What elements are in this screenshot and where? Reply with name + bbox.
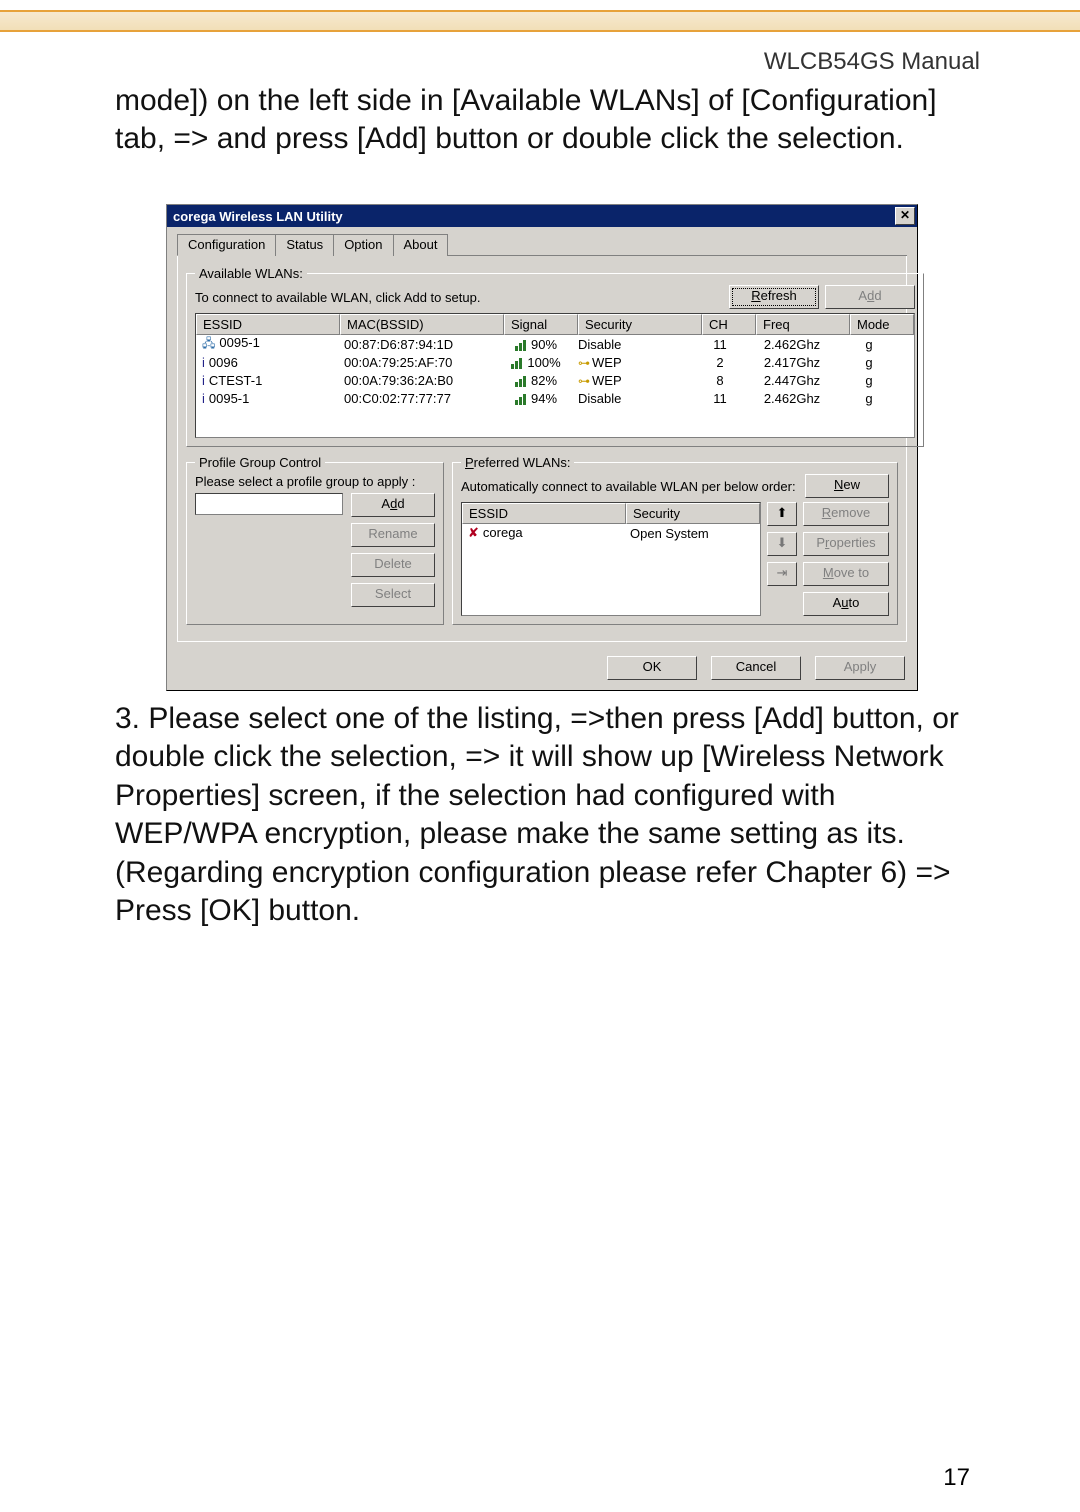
tab-content: Available WLANs: To connect to available… (177, 256, 907, 642)
available-wlans-legend: Available WLANs: (195, 266, 307, 281)
profile-group-display (195, 493, 343, 515)
profile-add-button[interactable]: Add (351, 493, 435, 517)
col-security[interactable]: Security (578, 314, 702, 335)
remove-button[interactable]: Remove (803, 502, 889, 526)
auto-button[interactable]: Auto (803, 592, 889, 616)
tab-strip: Configuration Status Option About (177, 233, 907, 256)
pref-col-essid[interactable]: ESSID (462, 503, 626, 524)
header-decoration (0, 10, 1080, 32)
arrow-down-icon: ⬇ (777, 535, 788, 550)
profile-rename-button[interactable]: Rename (351, 523, 435, 547)
list-item[interactable]: i0095-1 00:C0:02:77:77:77 94% Disable 11… (196, 389, 914, 407)
page-number: 17 (943, 1464, 970, 1492)
new-button[interactable]: New (805, 474, 889, 498)
preferred-legend: Preferred WLANs: (461, 455, 574, 470)
refresh-button[interactable]: Refresh (729, 285, 819, 309)
profile-icon: ✘ (468, 525, 479, 540)
col-ch[interactable]: CH (702, 314, 756, 335)
available-wlans-list[interactable]: ESSID MAC(BSSID) Signal Security CH Freq… (195, 313, 915, 438)
profile-group-legend: Profile Group Control (195, 455, 325, 470)
tab-about[interactable]: About (393, 234, 449, 256)
pref-col-security[interactable]: Security (626, 503, 760, 524)
preferred-wlans-group: Preferred WLANs: Automatically connect t… (452, 455, 898, 625)
moveto-button[interactable]: Move to (803, 562, 889, 586)
col-signal[interactable]: Signal (504, 314, 578, 335)
col-mode[interactable]: Mode (850, 314, 914, 335)
dialog-button-row: OK Cancel Apply (167, 650, 917, 690)
key-icon: ⊶ (578, 356, 590, 370)
info-icon: i (202, 391, 205, 406)
title-bar: corega Wireless LAN Utility ✕ (167, 205, 917, 227)
profile-caption: Please select a profile group to apply : (195, 474, 435, 489)
close-button[interactable]: ✕ (895, 207, 915, 225)
arrow-end-icon: ⇥ (777, 565, 788, 580)
profile-delete-button[interactable]: Delete (351, 553, 435, 577)
list-item[interactable]: 🖧0095-1 00:87:D6:87:94:1D 90% Disable 11… (196, 335, 914, 353)
available-caption: To connect to available WLAN, click Add … (195, 290, 723, 305)
list-item[interactable]: ✘corega Open System (462, 524, 760, 542)
info-icon: i (202, 355, 205, 370)
tab-option[interactable]: Option (333, 234, 393, 256)
signal-icon (515, 393, 529, 405)
wlan-utility-window: corega Wireless LAN Utility ✕ Configurat… (166, 204, 918, 691)
ok-button[interactable]: OK (607, 656, 697, 680)
apply-button[interactable]: Apply (815, 656, 905, 680)
move-up-button[interactable]: ⬆ (767, 502, 797, 526)
cancel-button[interactable]: Cancel (711, 656, 801, 680)
profile-select-button[interactable]: Select (351, 583, 435, 607)
key-icon: ⊶ (578, 374, 590, 388)
network-icon: 🖧 (202, 336, 215, 350)
tab-status[interactable]: Status (275, 234, 334, 256)
preferred-list[interactable]: ESSID Security ✘corega Open System (461, 502, 761, 616)
col-essid[interactable]: ESSID (196, 314, 340, 335)
instruction-step-3: 3. Please select one of the listing, =>t… (115, 700, 980, 930)
manual-page: WLCB54GS Manual mode]) on the left side … (0, 0, 1080, 1512)
manual-title: WLCB54GS Manual (764, 48, 980, 76)
signal-icon (515, 339, 529, 351)
preferred-caption: Automatically connect to available WLAN … (461, 479, 797, 494)
info-icon: i (202, 373, 205, 388)
add-wlan-button[interactable]: Add (825, 285, 915, 309)
instruction-paragraph-continued: mode]) on the left side in [Available WL… (115, 82, 980, 159)
move-end-button[interactable]: ⇥ (767, 562, 797, 586)
arrow-up-icon: ⬆ (777, 505, 788, 520)
list-item[interactable]: i0096 00:0A:79:25:AF:70 100% ⊶WEP 2 2.41… (196, 353, 914, 371)
move-down-button[interactable]: ⬇ (767, 532, 797, 556)
profile-group-control: Profile Group Control Please select a pr… (186, 455, 444, 625)
tab-configuration[interactable]: Configuration (177, 234, 276, 256)
window-title: corega Wireless LAN Utility (173, 209, 343, 224)
signal-icon (511, 357, 525, 369)
col-freq[interactable]: Freq (756, 314, 850, 335)
list-header: ESSID MAC(BSSID) Signal Security CH Freq… (196, 314, 914, 335)
col-mac[interactable]: MAC(BSSID) (340, 314, 504, 335)
available-wlans-group: Available WLANs: To connect to available… (186, 266, 924, 447)
list-item[interactable]: iCTEST-1 00:0A:79:36:2A:B0 82% ⊶WEP 8 2.… (196, 371, 914, 389)
list-body: 🖧0095-1 00:87:D6:87:94:1D 90% Disable 11… (196, 335, 914, 437)
signal-icon (515, 375, 529, 387)
properties-button[interactable]: Properties (803, 532, 889, 556)
